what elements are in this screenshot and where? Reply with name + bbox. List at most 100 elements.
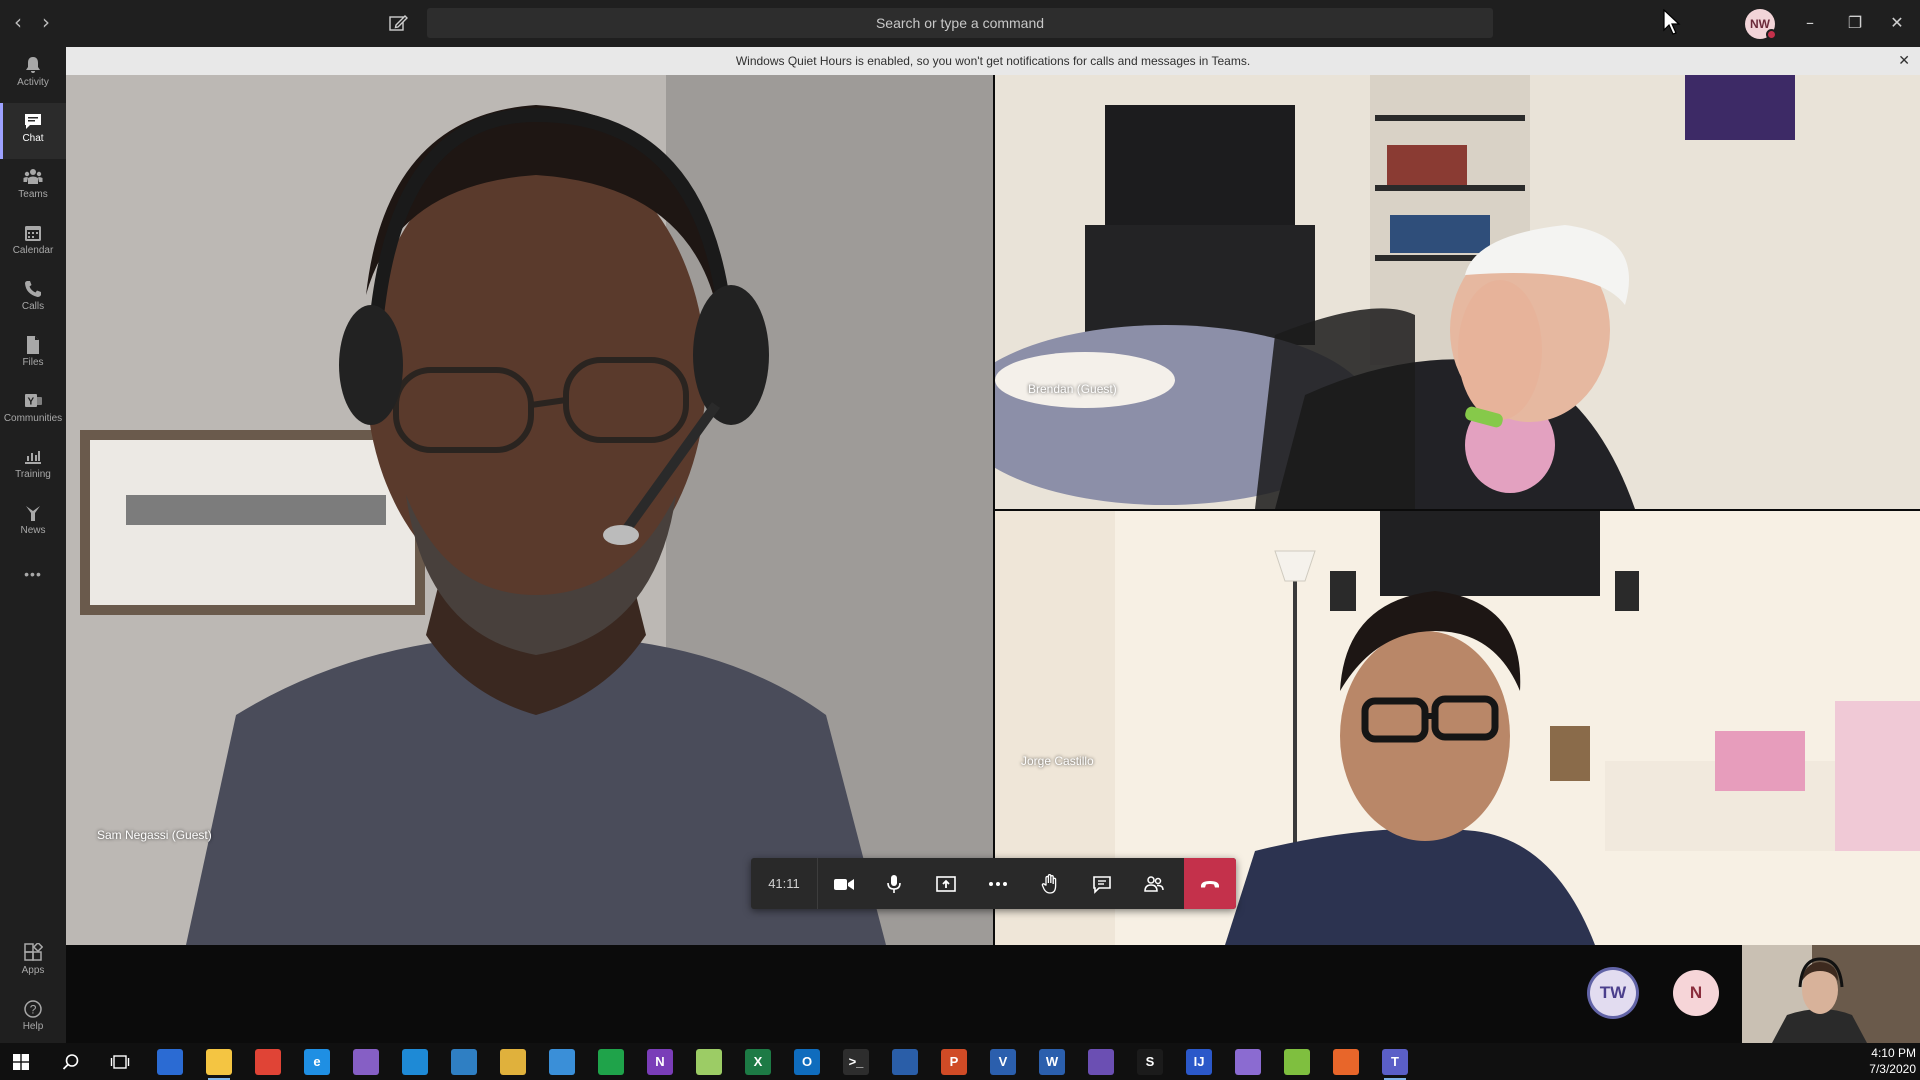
banner-close-icon[interactable]: ✕ bbox=[1898, 47, 1910, 75]
more-actions-button[interactable] bbox=[973, 858, 1023, 909]
rail-label: Teams bbox=[18, 189, 48, 200]
microphone-button[interactable] bbox=[869, 858, 919, 909]
participants-icon bbox=[1144, 875, 1164, 892]
internet-explorer-taskbar-icon[interactable]: e bbox=[304, 1049, 330, 1075]
show-participants-button[interactable] bbox=[1129, 858, 1179, 909]
participant-name-sam: Sam Negassi (Guest) bbox=[97, 828, 212, 842]
self-video-preview[interactable] bbox=[1742, 945, 1920, 1043]
raise-hand-icon bbox=[1041, 873, 1057, 894]
rail-item-files[interactable]: Files bbox=[0, 327, 66, 383]
calendar-icon bbox=[25, 226, 41, 241]
back-arrow-icon[interactable]: ‹ bbox=[8, 12, 28, 32]
phone-icon bbox=[25, 281, 41, 297]
visio-taskbar-icon[interactable]: V bbox=[990, 1049, 1016, 1075]
bell-icon bbox=[26, 57, 40, 73]
word-taskbar-icon[interactable]: W bbox=[1039, 1049, 1065, 1075]
help-icon: ? bbox=[24, 1000, 42, 1018]
git-tool-taskbar-icon[interactable] bbox=[598, 1049, 624, 1075]
news-icon bbox=[26, 506, 40, 521]
notepad-plus-taskbar-icon[interactable] bbox=[696, 1049, 722, 1075]
rail-item-calls[interactable]: Calls bbox=[0, 271, 66, 327]
participant-video-sam bbox=[66, 75, 993, 945]
windows-start-icon[interactable] bbox=[13, 1054, 29, 1070]
profile-avatar[interactable]: NW bbox=[1745, 9, 1777, 40]
screen-tool-taskbar-icon[interactable] bbox=[1235, 1049, 1261, 1075]
teams-taskbar-icon[interactable]: T bbox=[1382, 1049, 1408, 1080]
more-apps-button[interactable]: ••• bbox=[0, 559, 66, 589]
camera-icon bbox=[834, 878, 854, 890]
call-controls-toolbar: 41:11 bbox=[751, 858, 1236, 909]
rail-item-teams[interactable]: Teams bbox=[0, 159, 66, 215]
participant-video-brendan bbox=[995, 75, 1920, 509]
rail-item-chat[interactable]: Chat bbox=[0, 103, 66, 159]
show-chat-button[interactable] bbox=[1077, 858, 1127, 909]
visual-studio-taskbar-icon[interactable] bbox=[353, 1049, 379, 1075]
compose-icon[interactable] bbox=[387, 12, 409, 34]
rail-item-calendar[interactable]: Calendar bbox=[0, 215, 66, 271]
minimize-button[interactable]: – bbox=[1799, 12, 1821, 34]
rail-label: Communities bbox=[3, 413, 63, 424]
microphone-icon bbox=[887, 874, 901, 893]
banner-text: Windows Quiet Hours is enabled, so you w… bbox=[735, 54, 1251, 68]
outlook-taskbar-icon[interactable]: O bbox=[794, 1049, 820, 1075]
video-tile-sam[interactable]: Sam Negassi (Guest) bbox=[66, 75, 993, 945]
vs-code-taskbar-icon[interactable] bbox=[402, 1049, 428, 1075]
share-screen-button[interactable] bbox=[921, 858, 971, 909]
rail-item-communities[interactable]: Y Communities bbox=[0, 383, 66, 439]
powershell-ise-taskbar-icon[interactable] bbox=[451, 1049, 477, 1075]
search-icon[interactable] bbox=[62, 1053, 80, 1071]
sourcetree-taskbar-icon[interactable]: S bbox=[1137, 1049, 1163, 1075]
rail-label: Help bbox=[22, 1021, 44, 1032]
network-tool-taskbar-icon[interactable] bbox=[549, 1049, 575, 1075]
visual-studio-2-taskbar-icon[interactable] bbox=[1088, 1049, 1114, 1075]
rail-item-apps[interactable]: Apps bbox=[0, 935, 66, 991]
training-icon bbox=[25, 451, 41, 464]
file-icon bbox=[27, 336, 39, 354]
firefox-taskbar-icon[interactable] bbox=[1333, 1049, 1359, 1075]
rail-item-activity[interactable]: Activity bbox=[0, 47, 66, 103]
rail-item-help[interactable]: ? Help bbox=[0, 991, 66, 1047]
search-input[interactable]: Search or type a command bbox=[427, 8, 1493, 38]
rail-label: Calendar bbox=[12, 245, 54, 256]
rail-item-training[interactable]: Training bbox=[0, 439, 66, 495]
terminal-taskbar-icon[interactable]: >_ bbox=[843, 1049, 869, 1075]
rail-item-news[interactable]: News bbox=[0, 495, 66, 551]
hang-up-button[interactable] bbox=[1184, 858, 1236, 909]
close-window-button[interactable]: ✕ bbox=[1886, 12, 1908, 34]
profile-initials: NW bbox=[1750, 17, 1770, 31]
forward-arrow-icon[interactable]: › bbox=[36, 12, 56, 32]
apps-icon bbox=[24, 943, 43, 961]
outlook-tasks-taskbar-icon[interactable] bbox=[157, 1049, 183, 1075]
title-bar: ‹ › Search or type a command NW – ❐ ✕ bbox=[0, 0, 1920, 47]
video-tile-brendan[interactable]: Brendan (Guest) bbox=[995, 75, 1920, 509]
raise-hand-button[interactable] bbox=[1025, 858, 1075, 909]
excel-taskbar-icon[interactable]: X bbox=[745, 1049, 771, 1075]
self-video bbox=[1742, 945, 1920, 1043]
paint-tool-taskbar-icon[interactable] bbox=[500, 1049, 526, 1075]
rail-label: News bbox=[20, 525, 46, 536]
communities-icon: Y bbox=[25, 394, 42, 408]
powershell-taskbar-icon[interactable] bbox=[892, 1049, 918, 1075]
system-clock[interactable]: 4:10 PM 7/3/2020 bbox=[1846, 1045, 1916, 1077]
task-view-icon[interactable] bbox=[110, 1053, 130, 1071]
rail-label: Apps bbox=[21, 965, 45, 976]
hang-up-icon bbox=[1201, 880, 1219, 887]
mouse-cursor-icon bbox=[1663, 9, 1681, 35]
chat-bubble-icon bbox=[1093, 875, 1111, 894]
onenote-taskbar-icon[interactable]: N bbox=[647, 1049, 673, 1075]
chart-tool-taskbar-icon[interactable] bbox=[1284, 1049, 1310, 1075]
participant-avatar-n[interactable]: N bbox=[1673, 970, 1719, 1016]
restore-button[interactable]: ❐ bbox=[1844, 12, 1866, 34]
quiet-hours-banner: Windows Quiet Hours is enabled, so you w… bbox=[66, 47, 1920, 75]
rail-label: Chat bbox=[22, 133, 44, 144]
file-explorer-taskbar-icon[interactable] bbox=[206, 1049, 232, 1080]
camera-button[interactable] bbox=[819, 858, 869, 909]
rail-label: Activity bbox=[17, 77, 49, 88]
powerpoint-taskbar-icon[interactable]: P bbox=[941, 1049, 967, 1075]
app-rail: Activity Chat Teams Calendar Calls Files… bbox=[0, 47, 66, 1043]
intellij-taskbar-icon[interactable]: IJ bbox=[1186, 1049, 1212, 1075]
call-stage: Sam Negassi (Guest) Brendan (Guest) Jorg… bbox=[66, 75, 1920, 1043]
rail-label: Files bbox=[22, 357, 44, 368]
participant-avatar-tw[interactable]: TW bbox=[1590, 970, 1636, 1016]
chrome-taskbar-icon[interactable] bbox=[255, 1049, 281, 1075]
